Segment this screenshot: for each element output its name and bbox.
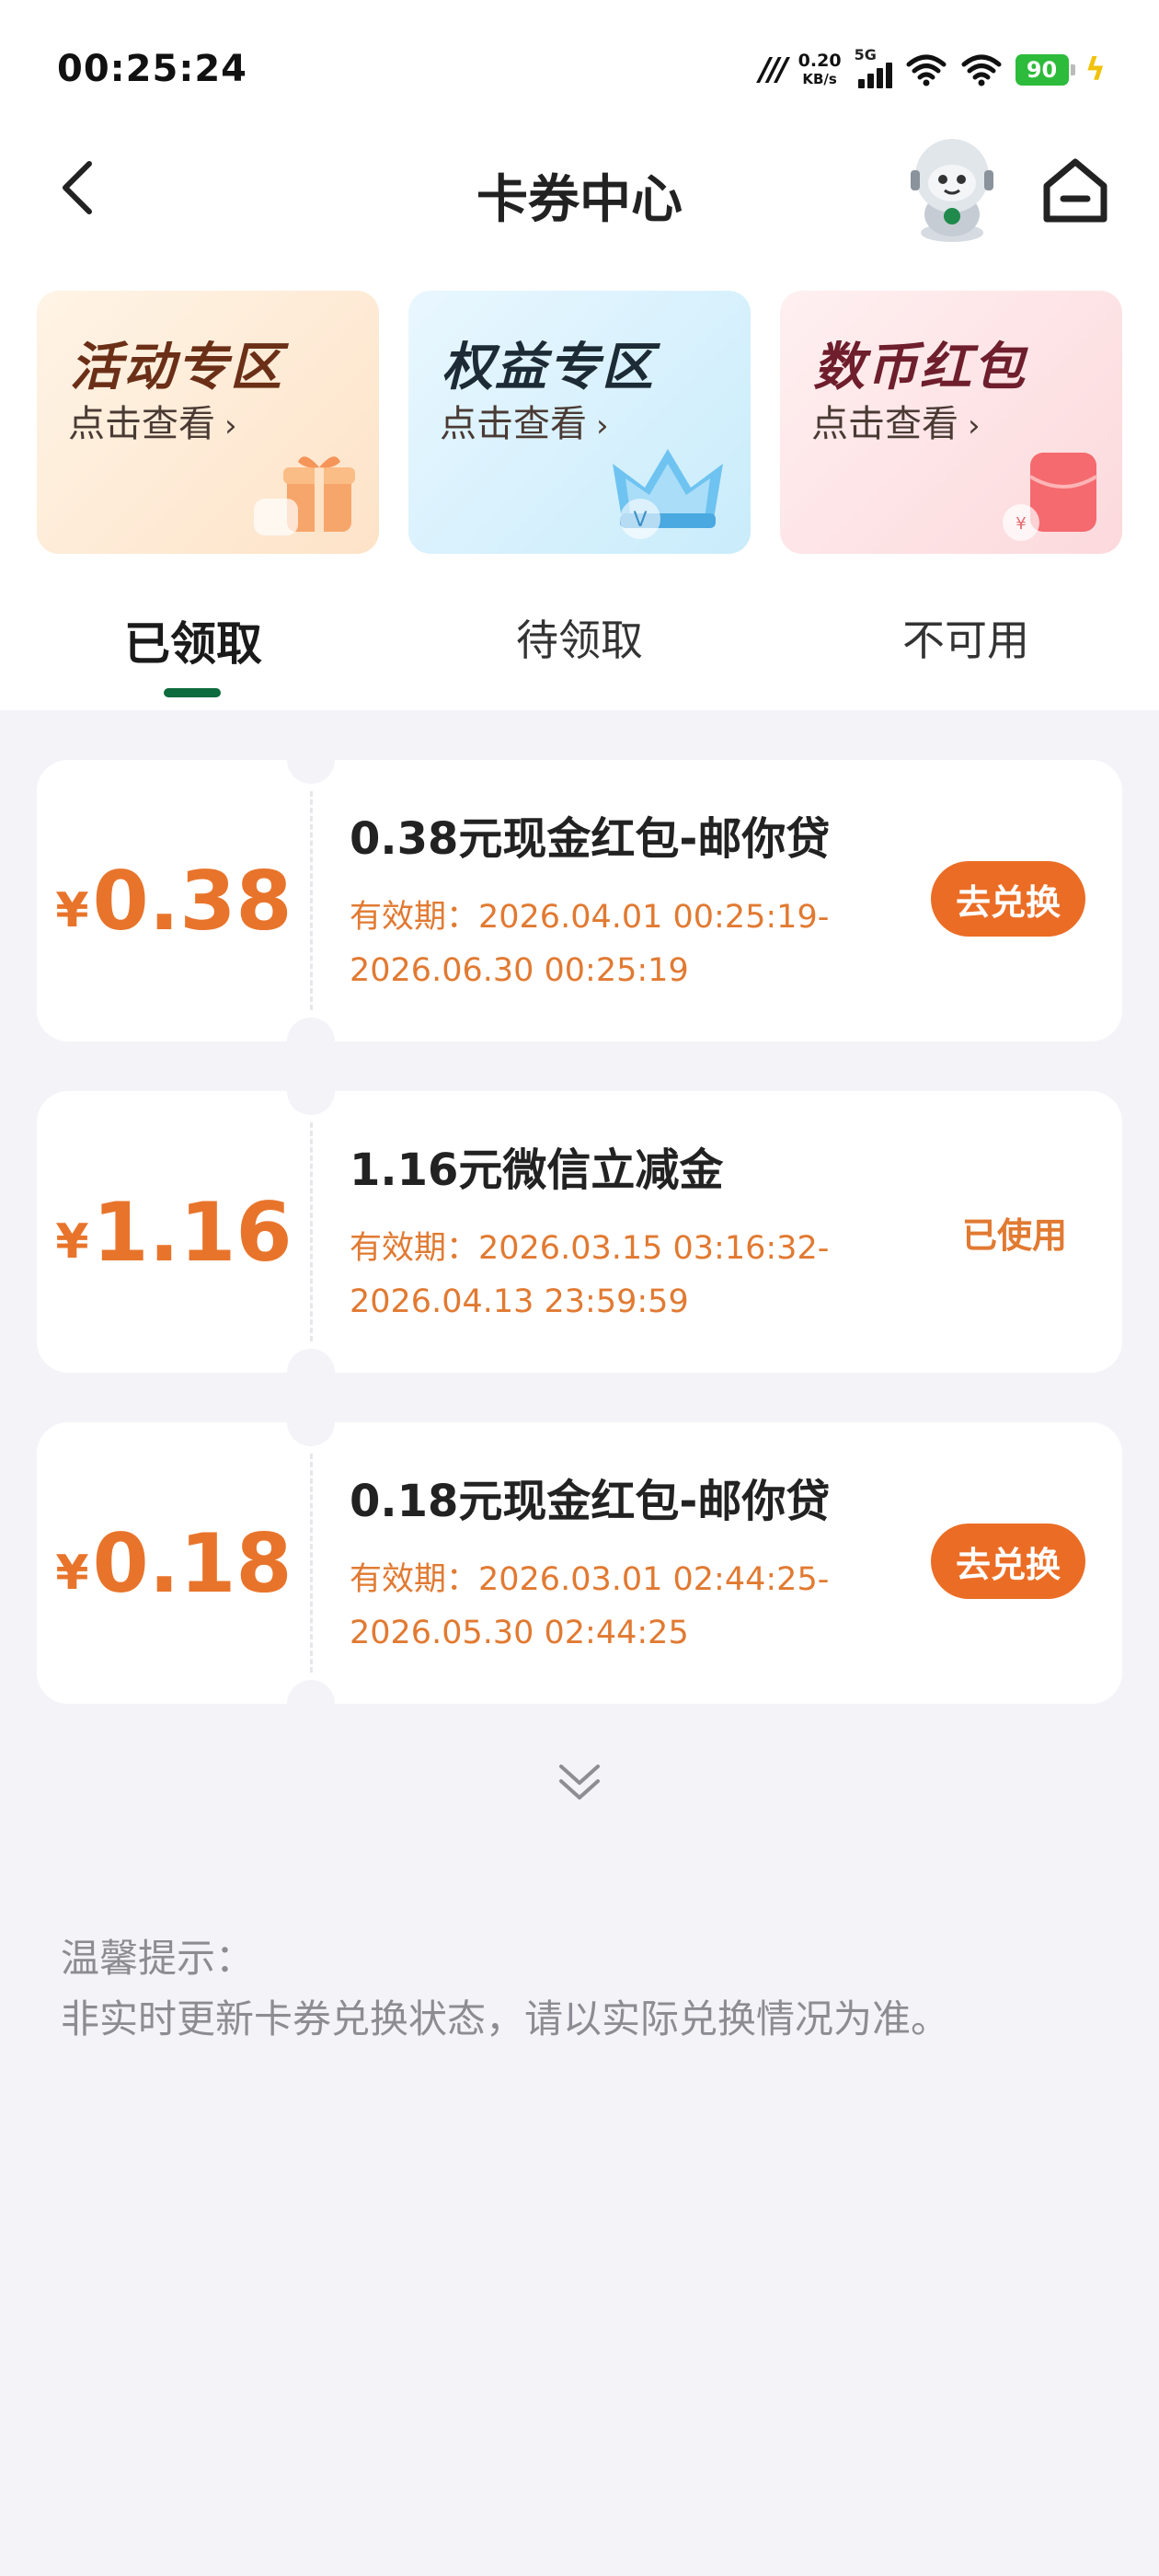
coupon-name: 0.38元现金红包-邮你贷 — [350, 813, 831, 865]
crown-icon: V — [613, 449, 723, 539]
coupon-validity: 有效期：2026.03.15 03:16:32- 2026.04.13 23:5… — [350, 1230, 830, 1320]
chevron-double-down-icon[interactable] — [556, 1757, 603, 1805]
coupon-name: 0.18元现金红包-邮你贷 — [350, 1476, 831, 1527]
tab-received[interactable]: 已领取 — [55, 607, 331, 673]
coupon-validity: 有效期：2026.03.01 02:44:25- 2026.05.30 02:4… — [350, 1561, 830, 1651]
svg-text:¥: ¥ — [1016, 514, 1026, 534]
tab-pending[interactable]: 待领取 — [442, 607, 717, 668]
banner-activity-zone[interactable]: 活动专区 点击查看 › — [37, 291, 379, 554]
chevron-right-icon: › — [224, 408, 237, 444]
banner-digital-red-packet[interactable]: 数币红包 点击查看 › ¥ — [780, 291, 1122, 554]
coupon-card[interactable]: ¥ 1.16 1.16元微信立减金 有效期：2026.03.15 03:16:3… — [37, 1067, 1122, 1397]
coupon-validity: 有效期：2026.04.01 00:25:19- 2026.06.30 00:2… — [350, 899, 830, 989]
coupon-card[interactable]: ¥ 0.38 0.38元现金红包-邮你贷 有效期：2026.04.01 00:2… — [37, 736, 1122, 1065]
coupon-card[interactable]: ¥ 0.18 0.18元现金红包-邮你贷 有效期：2026.03.01 02:4… — [37, 1398, 1122, 1728]
tips-text: 非实时更新卡券兑换状态，请以实际兑换情况为准。 — [61, 1996, 950, 2041]
signal-icon: 5G — [855, 46, 892, 88]
coupon-amount: ¥ 0.18 — [55, 1515, 293, 1611]
status-time: 00:25:24 — [57, 48, 247, 90]
status-bar: 00:25:24 /// 0.20 KB/s 5G 90 ϟ — [0, 0, 1159, 138]
status-icons: /// 0.20 KB/s 5G 90 ϟ — [759, 46, 1106, 94]
tab-bar: 已领取 待领取 不可用 — [0, 589, 1159, 710]
tips-title: 温馨提示： — [61, 1936, 255, 1981]
coupon-name: 1.16元微信立减金 — [350, 1144, 724, 1196]
wifi-icon — [906, 54, 947, 86]
active-tab-indicator — [164, 688, 221, 697]
tips-section: 温馨提示： 非实时更新卡券兑换状态，请以实际兑换情况为准。 — [61, 1928, 949, 2050]
battery-icon: 90 — [1015, 54, 1075, 86]
home-icon[interactable] — [1038, 153, 1113, 228]
tab-unavailable[interactable]: 不可用 — [828, 607, 1104, 668]
network-m-icon: /// — [759, 52, 787, 88]
gift-icon — [254, 456, 355, 535]
coupon-amount: ¥ 1.16 — [55, 1184, 293, 1280]
used-status: 已使用 — [961, 1215, 1067, 1256]
svg-text:V: V — [633, 509, 647, 532]
redeem-button[interactable]: 去兑换 — [931, 1524, 1085, 1599]
nav-bar: 卡券中心 — [0, 138, 1159, 242]
mascot-avatar[interactable] — [892, 133, 1012, 244]
charging-icon: ϟ — [1084, 52, 1106, 88]
banner-benefits-zone[interactable]: 权益专区 点击查看 › V — [408, 291, 751, 554]
coupon-amount: ¥ 0.38 — [55, 853, 293, 949]
chevron-right-icon: › — [968, 408, 981, 444]
wifi-icon — [961, 54, 1002, 86]
red-packet-icon: ¥ — [1003, 453, 1098, 541]
redeem-button[interactable]: 去兑换 — [931, 861, 1085, 937]
promo-banners: 活动专区 点击查看 › 权益专区 点击查看 › V 数币红包 点击查看 › ¥ — [37, 291, 1122, 554]
net-speed: 0.20 KB/s — [798, 51, 842, 87]
